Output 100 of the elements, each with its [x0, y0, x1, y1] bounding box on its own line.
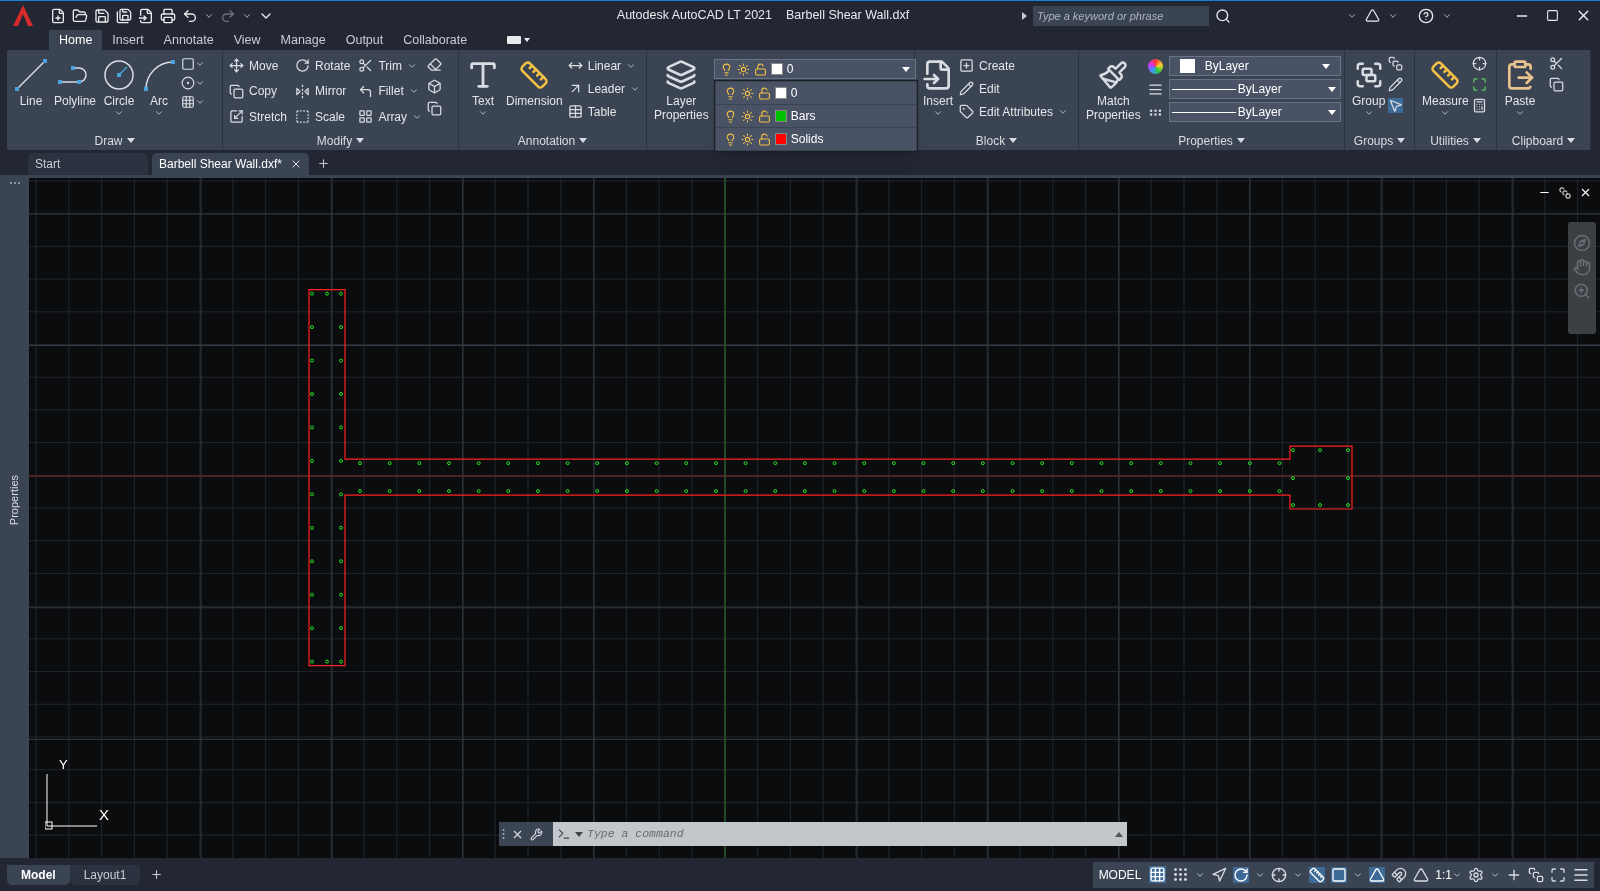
maximize-icon[interactable]	[1546, 9, 1559, 22]
ribbon-large-button[interactable]: Line	[11, 54, 51, 131]
save-all-icon[interactable]	[116, 7, 132, 24]
ribbon-large-button[interactable]: Measure	[1419, 54, 1472, 131]
viewport-close-icon[interactable]	[1579, 186, 1592, 199]
new-file-icon[interactable]	[50, 7, 66, 24]
search-field[interactable]: Type a keyword or phrase	[1033, 5, 1209, 26]
ribbon-tab[interactable]: Manage	[270, 30, 336, 50]
panel-toggle-icon[interactable]	[507, 35, 532, 45]
ribbon-tab[interactable]: Home	[49, 30, 103, 50]
layout-tab[interactable]: Layout1	[69, 864, 141, 885]
ribbon-large-button[interactable]: Text	[463, 54, 503, 131]
panel-title-button[interactable]: Draw	[94, 131, 135, 150]
command-input[interactable]: Type a command	[587, 825, 1111, 843]
ribbon-tool-button[interactable]: Stretch	[227, 105, 289, 129]
panel-title-button[interactable]: Properties	[1178, 131, 1245, 150]
lineweight-icon[interactable]	[1147, 81, 1163, 97]
ribbon-tool-button[interactable]: Create	[957, 54, 1071, 77]
annotation-scale-dropdown[interactable]: 1:1	[1435, 865, 1462, 884]
unlocked-padlock-icon[interactable]	[757, 109, 771, 123]
ribbon-tab[interactable]: Insert	[102, 30, 154, 50]
ribbon-tool-button[interactable]: Array	[356, 105, 425, 129]
ribbon-tool-button[interactable]: Trim	[356, 54, 425, 77]
drawing-canvas[interactable]: Y X Type a command	[29, 178, 1600, 858]
layer-list-item[interactable]: 0	[715, 82, 916, 104]
panel-title-button[interactable]: Modify	[316, 131, 365, 150]
sun-icon[interactable]	[736, 62, 750, 76]
panel-title-button[interactable]: Block	[975, 131, 1018, 150]
sun-icon[interactable]	[740, 132, 754, 146]
new-layout-icon[interactable]	[150, 868, 164, 881]
ribbon-large-button[interactable]: Insert	[919, 54, 957, 131]
properties-palette-label[interactable]: Properties	[7, 475, 22, 526]
ribbon-tool-button[interactable]: Table	[565, 100, 643, 123]
ribbon-large-button[interactable]: Polyline	[51, 54, 100, 131]
ribbon-tool-button[interactable]: Rotate	[293, 54, 353, 77]
command-prompt-icon[interactable]	[557, 827, 571, 841]
color-wheel-icon[interactable]	[1147, 58, 1163, 74]
group-edit-icon[interactable]	[1388, 77, 1404, 92]
panel-title-button[interactable]: Clipboard	[1511, 131, 1576, 150]
group-select-icon[interactable]	[1388, 98, 1404, 113]
ribbon-tab[interactable]: Collaborate	[393, 30, 478, 50]
unlocked-padlock-icon[interactable]	[753, 62, 767, 76]
open-folder-icon[interactable]	[72, 7, 88, 24]
ribbon-tool-button[interactable]: Fillet	[356, 79, 425, 103]
wrench-icon[interactable]	[530, 827, 543, 841]
help-icon[interactable]	[1418, 7, 1434, 24]
document-tab[interactable]: Start	[28, 153, 148, 175]
viewport-restore-icon[interactable]	[1559, 186, 1571, 199]
ribbon-tool-button[interactable]: Mirror	[293, 79, 353, 103]
ribbon-large-button[interactable]: Match Properties	[1083, 54, 1144, 131]
ribbon-large-button[interactable]: Group	[1349, 54, 1389, 131]
new-tab-icon[interactable]	[316, 157, 330, 170]
sun-icon[interactable]	[740, 86, 754, 100]
lineweight-dropdown[interactable]: ByLayer	[1168, 102, 1341, 122]
ribbon-tool-button[interactable]: Scale	[293, 105, 353, 129]
sun-icon[interactable]	[740, 109, 754, 123]
snap-dots-icon[interactable]	[1172, 866, 1190, 883]
document-tab[interactable]: Barbell Shear Wall.dxf*	[152, 153, 309, 175]
ribbon-large-button[interactable]: Dimension	[503, 54, 566, 131]
layout-tab[interactable]: Model	[7, 864, 70, 885]
ribbon-large-button[interactable]: Layer Properties	[651, 54, 712, 131]
ribbon-tab[interactable]: Annotate	[153, 30, 224, 50]
unlocked-padlock-icon[interactable]	[757, 132, 771, 146]
layer-list-item[interactable]: Bars	[715, 105, 916, 127]
search-icon[interactable]	[1215, 7, 1231, 24]
rectangle-icon[interactable]	[181, 57, 196, 71]
fullscreen-icon[interactable]	[1550, 866, 1566, 883]
ribbon-tool-button[interactable]: Copy	[227, 79, 289, 103]
grip-dots-icon[interactable]	[9, 181, 20, 185]
redo-icon[interactable]	[220, 7, 236, 24]
command-line-grip[interactable]	[499, 822, 553, 846]
ellipse-icon[interactable]	[181, 76, 196, 90]
ribbon-tool-button[interactable]: Leader	[565, 77, 643, 100]
undo-icon[interactable]	[182, 7, 198, 24]
cut-icon[interactable]	[1549, 56, 1564, 71]
ribbon-tool-button[interactable]: Edit Attributes	[957, 100, 1071, 123]
unlocked-padlock-icon[interactable]	[757, 86, 771, 100]
layer-list-item[interactable]: Solids	[715, 128, 916, 150]
import-file-icon[interactable]	[138, 7, 154, 24]
grip-dots-icon[interactable]	[502, 828, 505, 840]
eraser-icon[interactable]	[427, 57, 443, 72]
copy-clip-icon[interactable]	[1549, 77, 1564, 92]
ribbon-tool-button[interactable]: Move	[227, 54, 289, 77]
ribbon-tab[interactable]: View	[223, 30, 271, 50]
select-all-icon[interactable]	[1471, 77, 1487, 92]
panel-title-button[interactable]: Annotation	[517, 131, 588, 150]
panel-title-button[interactable]: Groups	[1353, 131, 1406, 150]
calculator-icon[interactable]	[1471, 98, 1487, 113]
ribbon-large-button[interactable]: Circle	[99, 54, 140, 131]
ribbon-tab[interactable]: Output	[335, 30, 394, 50]
settings-icon[interactable]	[1468, 866, 1484, 883]
hatch-icon[interactable]	[181, 95, 196, 109]
layer-dropdown[interactable]: 0	[713, 59, 916, 79]
properties-palette-strip[interactable]: Properties	[0, 178, 29, 858]
grid-toggle-icon[interactable]	[1149, 866, 1167, 883]
command-line-field[interactable]: Type a command	[553, 822, 1127, 846]
linetype-dropdown[interactable]: ByLayer	[1168, 79, 1341, 99]
model-space-button[interactable]: MODEL	[1096, 865, 1144, 884]
printer-icon[interactable]	[160, 7, 176, 24]
panel-title-button[interactable]: Utilities	[1430, 131, 1481, 150]
